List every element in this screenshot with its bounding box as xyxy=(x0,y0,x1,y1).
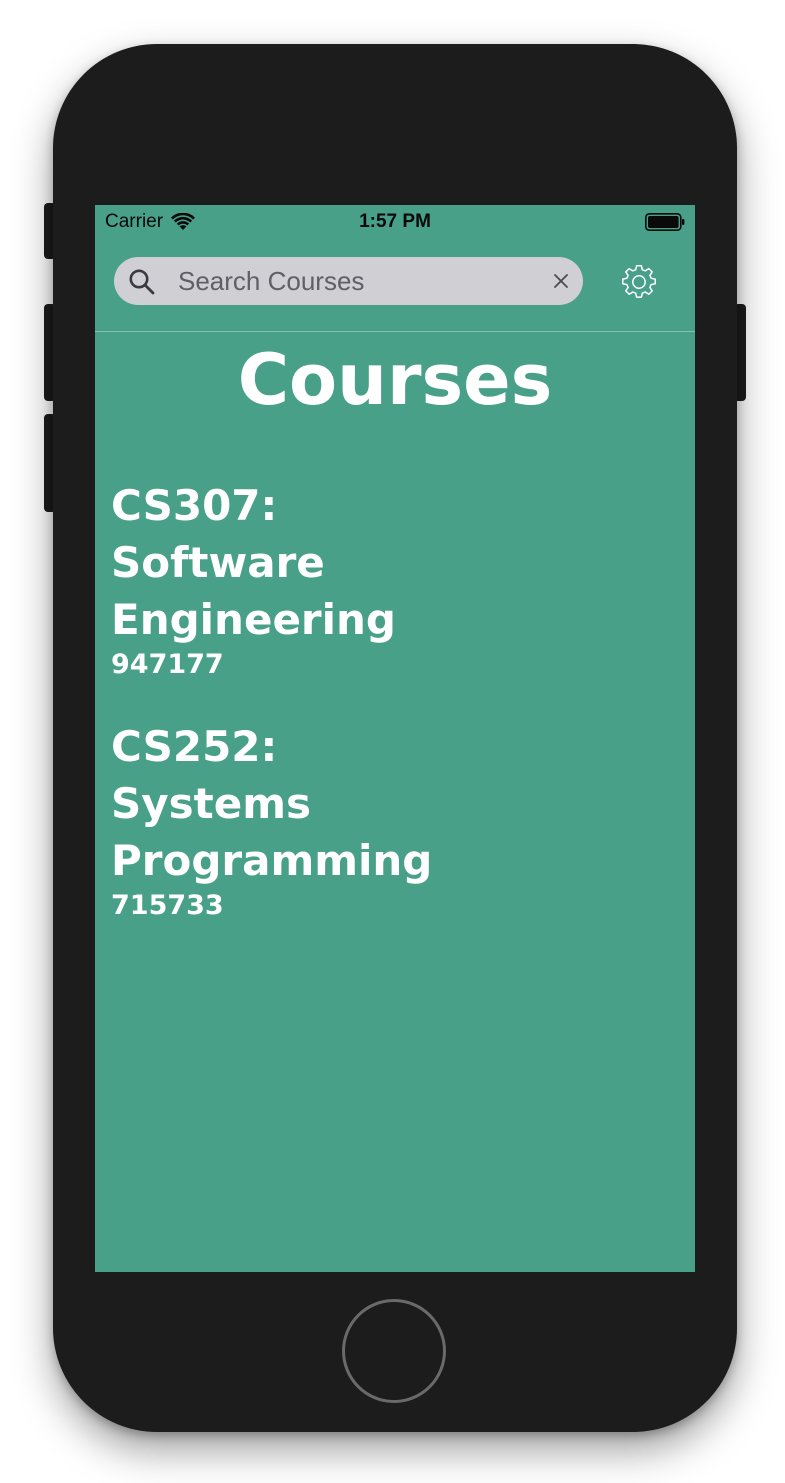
list-item[interactable]: CS252: Systems Programming 715733 xyxy=(111,718,671,923)
page-title: Courses xyxy=(237,339,553,421)
status-bar: Carrier 1:57 PM xyxy=(95,205,695,239)
course-name: CS252: Systems Programming xyxy=(111,722,433,885)
navigation-bar xyxy=(95,239,695,332)
course-code: 715733 xyxy=(111,890,224,921)
battery-full-icon xyxy=(645,213,685,231)
gear-icon[interactable] xyxy=(622,265,656,299)
device-frame-stage: Carrier 1:57 PM Search Courses Courses C… xyxy=(0,0,785,1483)
course-list: CS307: Software Engineering 947177 CS252… xyxy=(111,477,671,959)
close-icon[interactable] xyxy=(552,272,570,290)
course-name: CS307: Software Engineering xyxy=(111,481,396,644)
search-icon xyxy=(129,269,155,295)
app-screen: Carrier 1:57 PM Search Courses Courses C… xyxy=(95,205,695,1272)
search-bar[interactable] xyxy=(114,257,583,305)
status-time: 1:57 PM xyxy=(359,211,431,232)
course-code: 947177 xyxy=(111,649,224,680)
list-item[interactable]: CS307: Software Engineering 947177 xyxy=(111,477,671,682)
search-input[interactable] xyxy=(178,257,538,305)
home-button[interactable] xyxy=(342,1299,446,1403)
